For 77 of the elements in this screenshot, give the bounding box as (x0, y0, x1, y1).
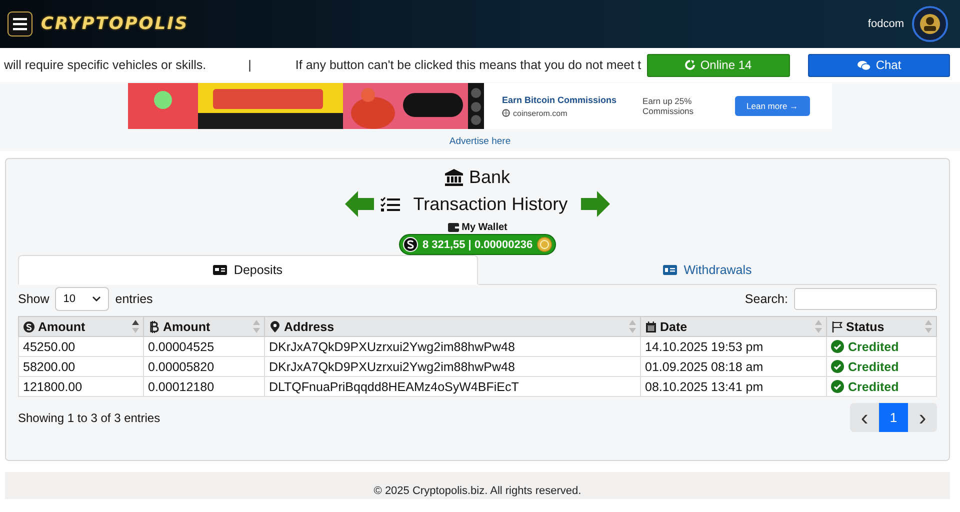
coin-icon (403, 237, 418, 252)
left-arrow-icon[interactable] (345, 191, 374, 217)
ad-domain: coinserom.com (513, 108, 568, 118)
id-card-icon (212, 265, 227, 275)
ticker-separator: | (248, 58, 252, 72)
bank-title: Bank (468, 167, 510, 188)
learn-more-button[interactable]: Lean more → (734, 96, 810, 116)
column-label: Status (846, 320, 884, 334)
column-header[interactable]: Date (640, 316, 826, 336)
check-circle-icon (831, 340, 844, 353)
advertise-link[interactable]: Advertise here (449, 136, 511, 147)
refresh-icon (685, 60, 696, 70)
tab[interactable]: Deposits (18, 255, 478, 285)
status-label: Credited (831, 340, 932, 354)
table-cell: 08.10.2025 13:41 pm (640, 376, 826, 396)
menu-icon[interactable] (7, 11, 33, 37)
bank-icon (444, 169, 463, 186)
table-cell: DKrJxA7QkD9PXUzrxui2Ywg2im88hwPw48 (264, 356, 640, 376)
status-label: Credited (831, 380, 932, 394)
table-cell: DKrJxA7QkD9PXUzrxui2Ywg2im88hwPw48 (264, 336, 640, 356)
next-page-button[interactable]: › (908, 403, 937, 432)
ticker-text: If any button can't be clicked this means that you do not meet t (295, 58, 642, 72)
ad-title[interactable]: Earn Bitcoin Commissions (502, 94, 617, 104)
page-button[interactable]: 1 (879, 403, 908, 432)
column-label: Amount (38, 320, 86, 334)
copyright-text: © 2025 Cryptopolis.biz. All rights reserved. (374, 485, 582, 498)
bitcoin-coin-icon (536, 237, 552, 252)
online-button[interactable]: Online 14 (647, 54, 790, 76)
column-label: Address (284, 320, 334, 334)
tab[interactable]: Withdrawals (478, 255, 937, 285)
table-cell: DLTQFnuaPriBqqdd8HEAMz4oSyW4BFiEcT (264, 376, 640, 396)
bitcoin-icon (148, 320, 160, 332)
column-header[interactable]: Amount (144, 316, 264, 336)
previous-page-button[interactable]: ‹ (850, 403, 879, 432)
table-cell: 0.00004525 (144, 336, 264, 356)
wallet-icon (448, 223, 459, 232)
show-label: Show (18, 292, 50, 306)
status-label: Credited (831, 360, 932, 374)
bill-icon (662, 265, 677, 275)
table-cell: 0.00012180 (144, 376, 264, 396)
column-header[interactable]: Amount (18, 316, 144, 336)
right-arrow-icon[interactable] (580, 191, 610, 217)
search-label: Search: (744, 292, 788, 306)
flag-icon (831, 320, 843, 332)
column-label: Date (660, 320, 688, 334)
calendar-icon (645, 320, 657, 332)
table-cell: 58200.00 (18, 356, 144, 376)
entries-label: entries (115, 292, 153, 306)
chevron-down-icon (92, 296, 102, 302)
table-cell: 01.09.2025 08:18 am (640, 356, 826, 376)
page-title: Transaction History (413, 194, 568, 214)
avatar-icon[interactable] (912, 6, 948, 42)
username[interactable]: fodcom (868, 18, 904, 30)
table-cell: 121800.00 (18, 376, 144, 396)
check-circle-icon (831, 360, 844, 373)
balance-badge: 8 321,55 | 0.00000236 (399, 234, 556, 255)
column-header[interactable]: Address (264, 316, 640, 336)
table-cell: 14.10.2025 19:53 pm (640, 336, 826, 356)
globe-icon (502, 109, 510, 117)
logo[interactable]: CRYPTOPOLIS (41, 14, 189, 34)
ticker-text: will require specific vehicles or skills. (4, 58, 206, 72)
pin-icon (269, 320, 281, 332)
column-label: Amount (163, 320, 210, 334)
table-cell: 0.00005820 (144, 356, 264, 376)
entries-select[interactable]: 10 (55, 287, 110, 311)
search-field[interactable] (794, 288, 937, 310)
wallet-label: My Wallet (462, 222, 508, 233)
ad-text: Earn up 25% Commissions (642, 96, 695, 116)
table-cell: 45250.00 (18, 336, 144, 356)
chat-icon (856, 60, 871, 70)
checklist-icon (380, 196, 400, 212)
chat-button[interactable]: Chat (808, 54, 950, 76)
column-header[interactable]: Status (826, 316, 936, 336)
check-circle-icon (831, 380, 844, 393)
sort-icon[interactable] (132, 320, 139, 333)
coin-icon (23, 320, 35, 332)
entries-info: Showing 1 to 3 of 3 entries (18, 410, 160, 424)
